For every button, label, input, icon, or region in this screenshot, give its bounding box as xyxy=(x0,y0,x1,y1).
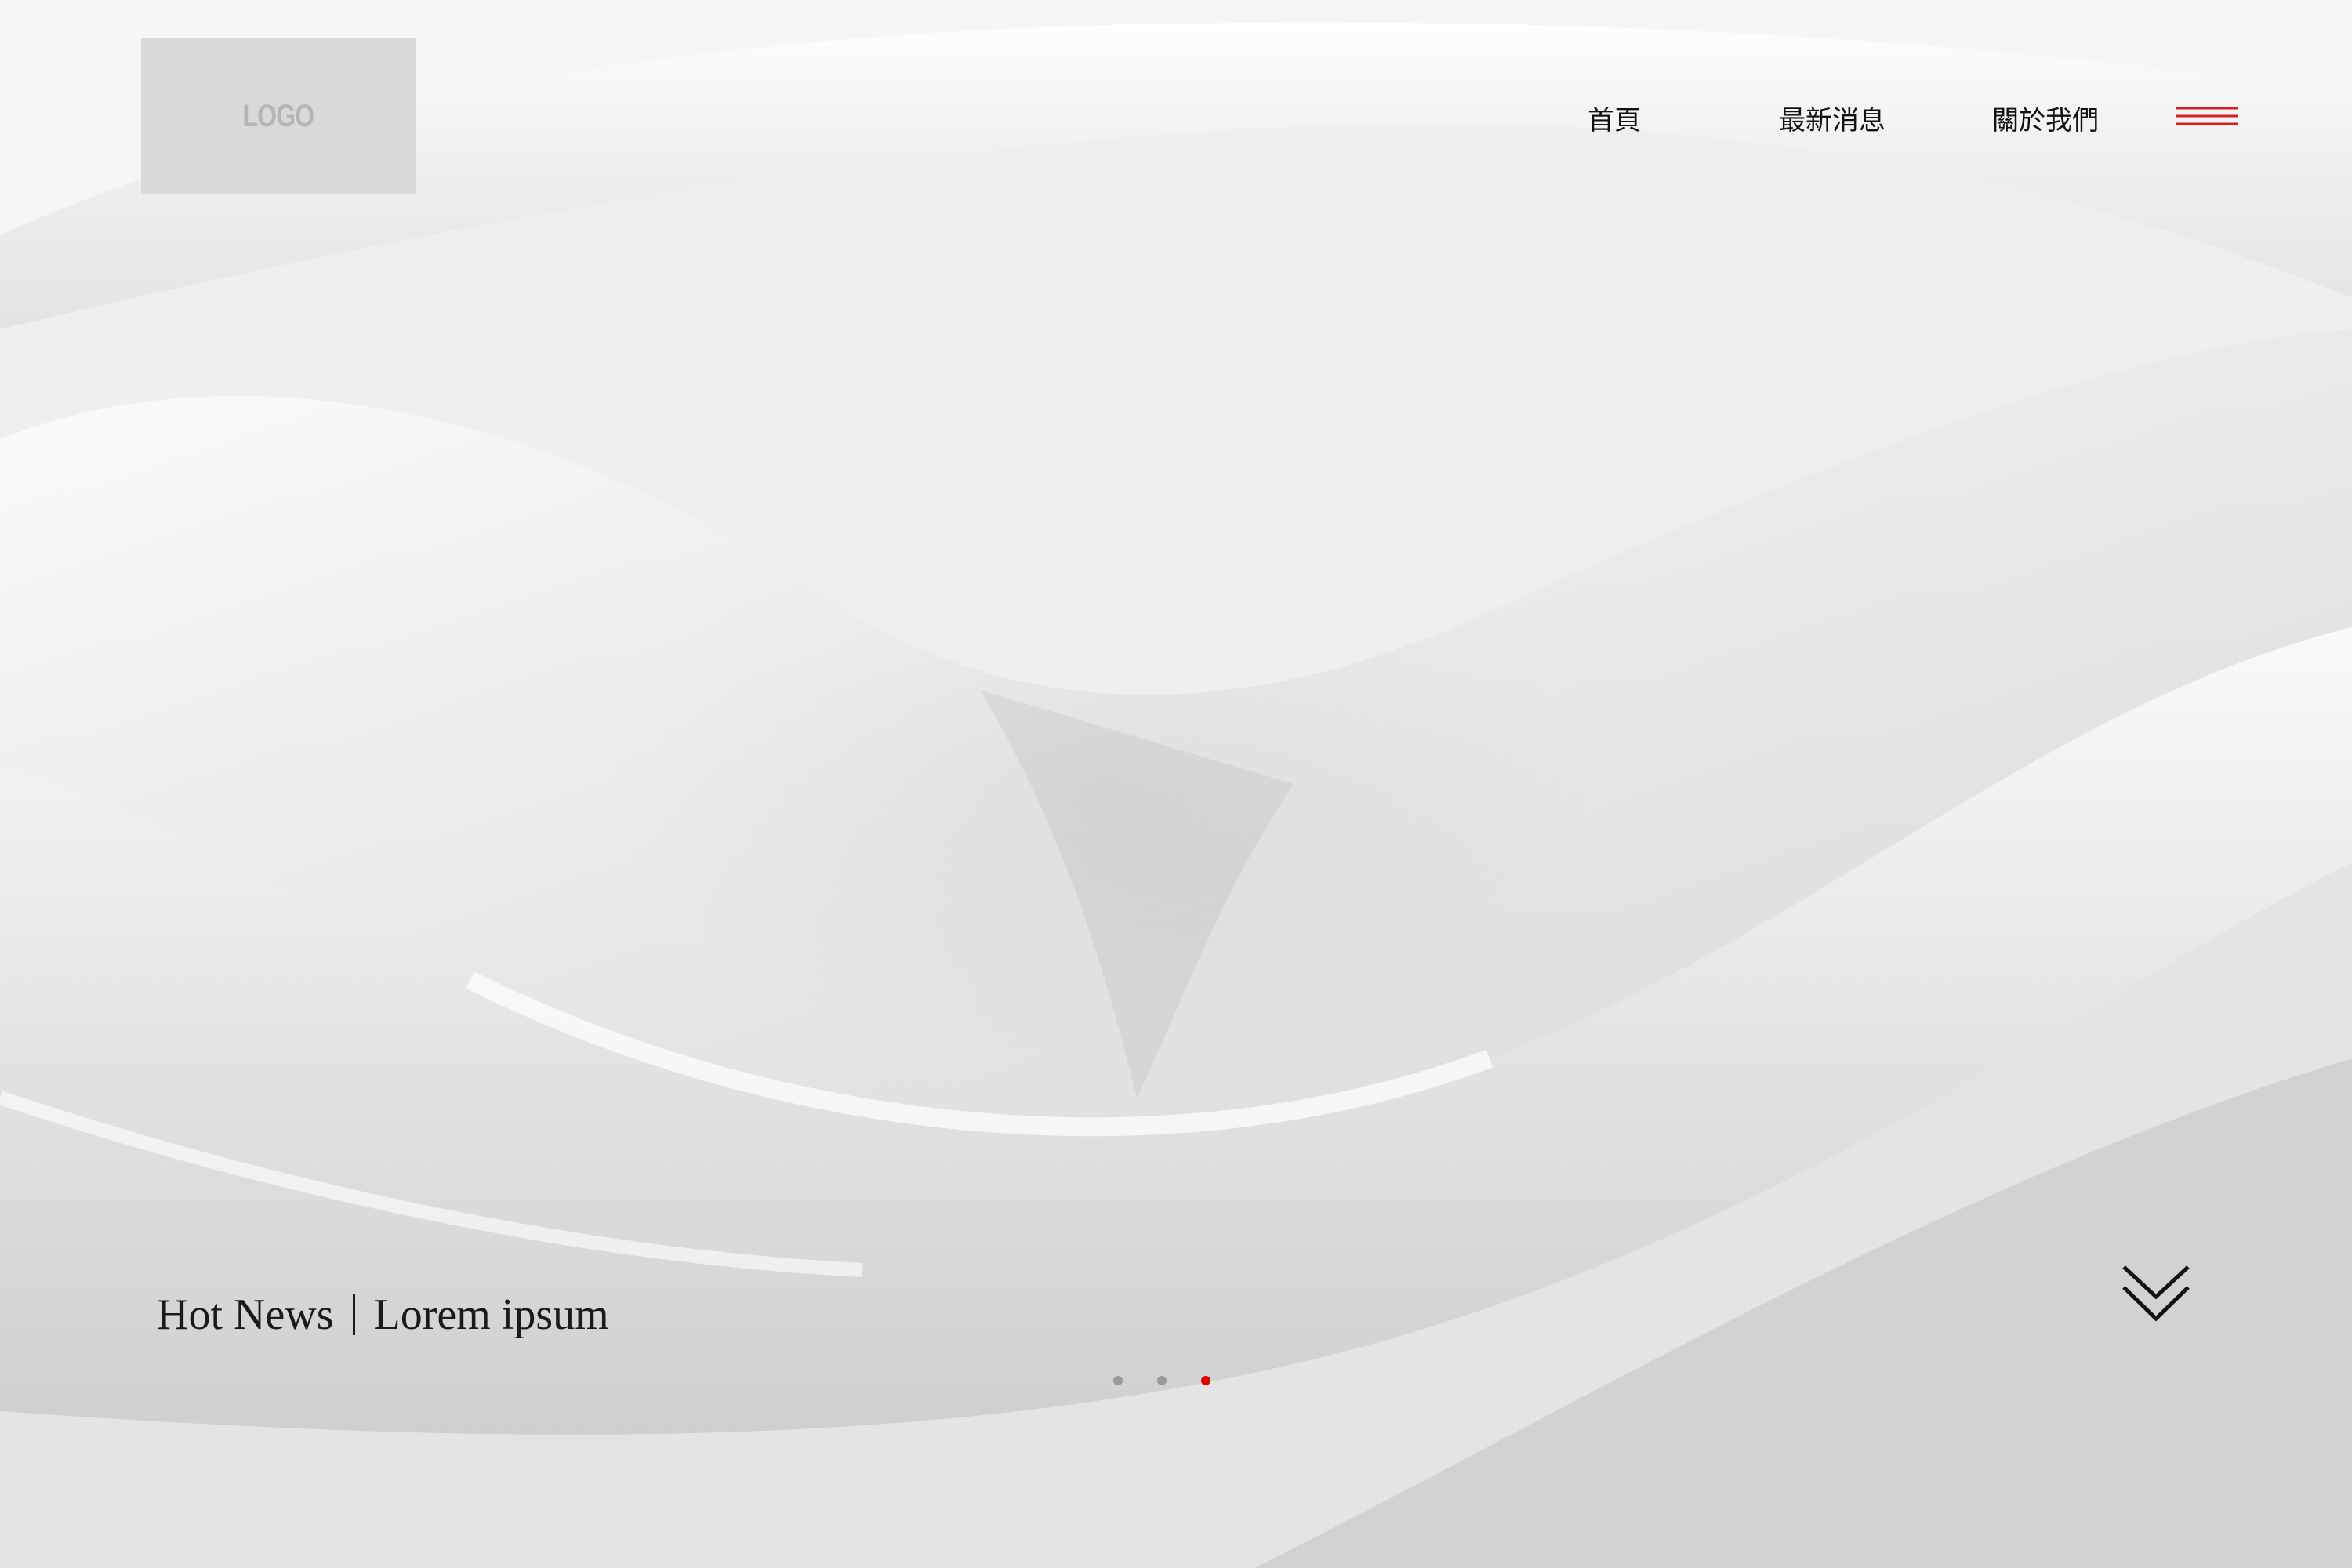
slide-dot-1[interactable] xyxy=(1113,1376,1123,1385)
nav-item-about-us[interactable]: 關於我們 xyxy=(1992,99,2099,137)
slide-indicators xyxy=(1113,1376,1210,1385)
slide-dot-2[interactable] xyxy=(1157,1376,1167,1385)
logo[interactable]: LOGO xyxy=(141,38,416,194)
scroll-down-button[interactable] xyxy=(2121,1262,2191,1325)
hamburger-menu-icon xyxy=(2176,107,2238,125)
hot-news-banner[interactable]: Hot News Lorem ipsum xyxy=(157,1290,609,1340)
hero-banner: LOGO 首頁 最新消息 關於我們 Hot News Lorem ipsum xyxy=(0,0,2352,1568)
news-tag: Hot News xyxy=(157,1290,334,1339)
main-nav: 首頁 最新消息 關於我們 xyxy=(1552,94,2099,141)
nav-item-home[interactable]: 首頁 xyxy=(1588,99,1641,137)
news-headline[interactable]: Lorem ipsum xyxy=(374,1290,609,1340)
nav-item-latest-news[interactable]: 最新消息 xyxy=(1779,99,1886,137)
news-separator xyxy=(352,1294,355,1335)
slide-dot-3[interactable] xyxy=(1201,1376,1210,1385)
double-chevron-down-icon xyxy=(2122,1265,2190,1322)
menu-button[interactable] xyxy=(2176,105,2238,129)
logo-text: LOGO xyxy=(242,98,314,133)
